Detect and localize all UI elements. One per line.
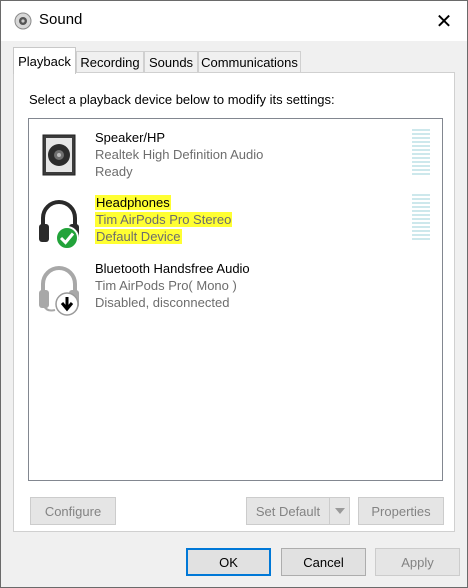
device-status: Disabled, disconnected	[95, 295, 230, 310]
chevron-down-icon	[334, 508, 345, 514]
device-driver: Realtek High Definition Audio	[95, 147, 264, 162]
tab-sounds[interactable]: Sounds	[144, 51, 198, 72]
device-item-speaker[interactable]: Speaker/HP Realtek High Definition Audio…	[29, 129, 442, 193]
headphones-icon	[39, 200, 79, 250]
speaker-device-icon	[42, 134, 76, 176]
level-meter	[412, 194, 430, 242]
set-default-button[interactable]: Set Default	[246, 497, 330, 525]
playback-panel: Select a playback device below to modify…	[13, 72, 455, 532]
speaker-icon	[14, 12, 32, 30]
instruction-text: Select a playback device below to modify…	[29, 92, 335, 107]
configure-button[interactable]: Configure	[30, 497, 116, 525]
apply-button[interactable]: Apply	[375, 548, 460, 576]
tab-communications[interactable]: Communications	[198, 51, 301, 72]
device-text: Bluetooth Handsfree Audio Tim AirPods Pr…	[95, 260, 250, 311]
cancel-button[interactable]: Cancel	[281, 548, 366, 576]
title-bar: Sound ✕	[1, 1, 467, 41]
set-default-dropdown-button[interactable]	[329, 497, 350, 525]
properties-button[interactable]: Properties	[358, 497, 444, 525]
headset-icon	[39, 266, 79, 316]
ok-button[interactable]: OK	[186, 548, 271, 576]
device-driver: Tim AirPods Pro Stereo	[95, 212, 233, 227]
device-status: Default Device	[95, 229, 182, 244]
device-item-bluetooth-handsfree[interactable]: Bluetooth Handsfree Audio Tim AirPods Pr…	[29, 260, 442, 324]
sound-dialog: Sound ✕ Playback Recording Sounds Commun…	[0, 0, 468, 588]
close-icon[interactable]: ✕	[421, 1, 467, 41]
device-item-headphones[interactable]: Headphones Tim AirPods Pro Stereo Defaul…	[29, 194, 442, 258]
device-driver: Tim AirPods Pro( Mono )	[95, 278, 237, 293]
device-text: Speaker/HP Realtek High Definition Audio…	[95, 129, 263, 180]
device-name: Speaker/HP	[95, 130, 166, 145]
device-status: Ready	[95, 164, 133, 179]
device-text: Headphones Tim AirPods Pro Stereo Defaul…	[95, 194, 233, 245]
level-meter	[412, 129, 430, 177]
window-title: Sound	[39, 11, 83, 28]
device-list[interactable]: Speaker/HP Realtek High Definition Audio…	[28, 118, 443, 481]
tab-playback[interactable]: Playback	[13, 47, 76, 74]
device-name: Bluetooth Handsfree Audio	[95, 261, 250, 276]
device-name: Headphones	[95, 195, 171, 210]
tab-recording[interactable]: Recording	[76, 51, 144, 72]
